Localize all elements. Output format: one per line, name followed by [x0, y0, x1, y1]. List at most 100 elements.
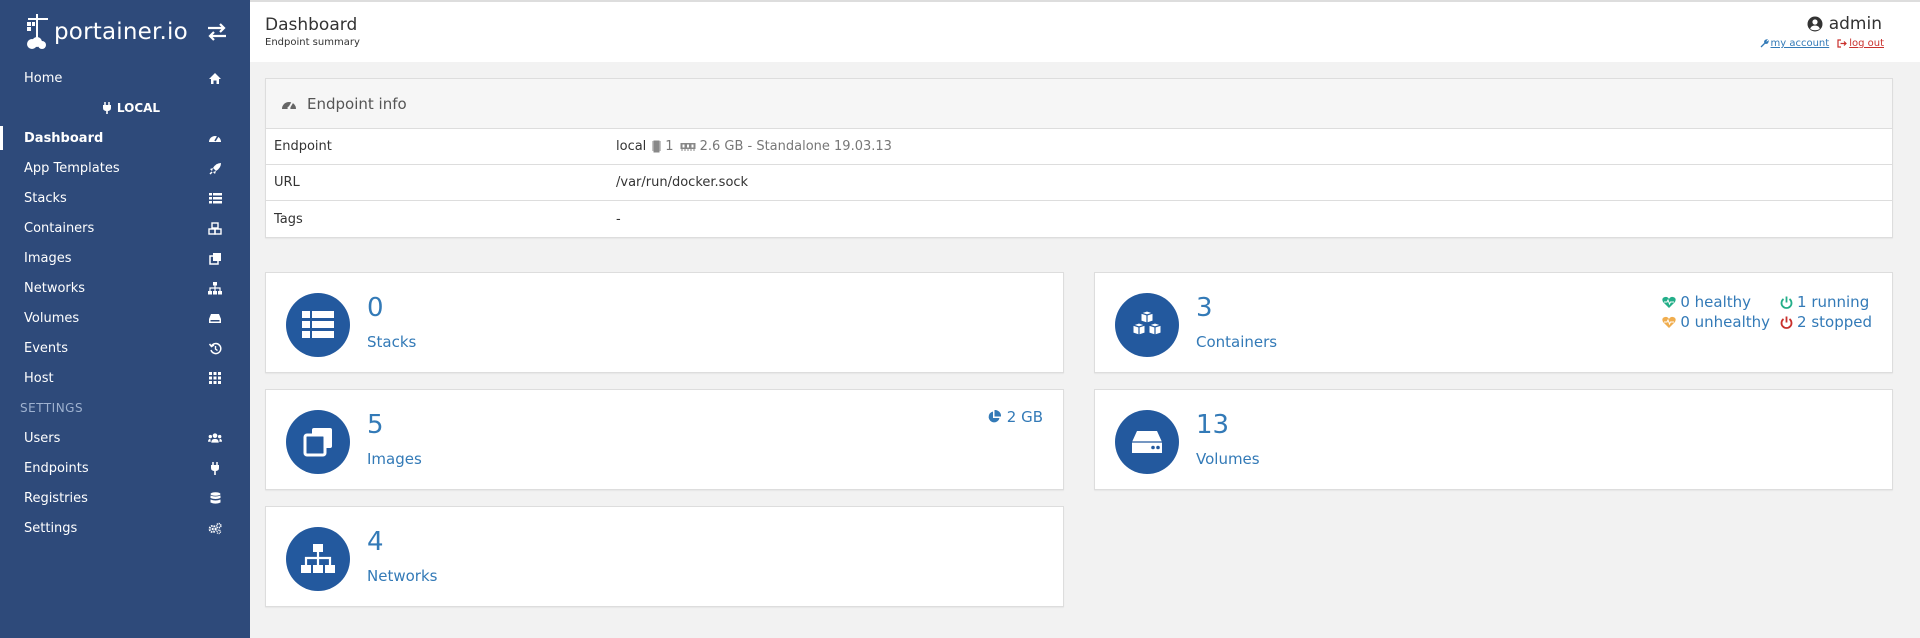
cubes-icon	[208, 221, 222, 235]
url-row: URL /var/run/docker.sock	[266, 165, 1892, 201]
healthy-count: 0 healthy	[1680, 293, 1751, 311]
list-icon	[302, 311, 334, 338]
clone-icon	[208, 251, 222, 265]
sidebar-item-label: Home	[24, 70, 63, 86]
sidebar-item-containers[interactable]: Containers	[0, 213, 250, 243]
sidebar-item-label: Networks	[24, 280, 86, 296]
th-icon	[208, 371, 222, 385]
sidebar-header: portainer.io	[0, 0, 250, 63]
my-account-link[interactable]: my account	[1760, 38, 1830, 49]
containers-tile[interactable]: 3 Containers 0 healthy 1 running 0 unhea…	[1094, 272, 1893, 373]
sidebar-item-label: Endpoints	[24, 460, 89, 476]
endpoint-name: LOCAL	[116, 101, 161, 115]
containers-label: Containers	[1196, 333, 1278, 351]
portainer-logo[interactable]: portainer.io	[24, 12, 188, 52]
top-bar: Dashboard Endpoint summary admin my acco…	[250, 0, 1920, 62]
sidebar-item-events[interactable]: Events	[0, 333, 250, 363]
endpoint-name-header: LOCAL	[0, 93, 250, 123]
images-tile[interactable]: 5 Images 2 GB	[265, 389, 1064, 490]
images-count: 5	[367, 410, 384, 440]
sidebar-item-label: Users	[24, 430, 61, 446]
tags-key: Tags	[274, 211, 303, 227]
sidebar-item-label: Stacks	[24, 190, 67, 206]
rocket-icon	[208, 161, 222, 175]
users-icon	[208, 431, 222, 445]
unhealthy-count: 0 unhealthy	[1680, 313, 1771, 331]
sign-out-icon	[1837, 39, 1848, 48]
endpoint-key: Endpoint	[274, 139, 332, 154]
sidebar-item-label: Images	[24, 250, 72, 266]
volumes-tile[interactable]: 13 Volumes	[1094, 389, 1893, 490]
sidebar-item-users[interactable]: Users	[0, 423, 250, 453]
sidebar-item-endpoints[interactable]: Endpoints	[0, 453, 250, 483]
list-icon	[208, 191, 222, 205]
sidebar-item-home[interactable]: Home	[0, 63, 250, 93]
memory-value: 2.6 GB - Standalone 19.03.13	[699, 139, 892, 154]
stacks-tile-icon-circle	[286, 293, 350, 357]
page-subtitle: Endpoint summary	[265, 37, 360, 48]
unhealthy-stat: 0 unhealthy	[1662, 313, 1770, 331]
sidebar-item-label: Dashboard	[24, 130, 104, 146]
sidebar-item-networks[interactable]: Networks	[0, 273, 250, 303]
power-icon	[1780, 316, 1793, 329]
microchip-icon	[652, 140, 662, 153]
networks-label: Networks	[367, 567, 438, 585]
exchange-icon[interactable]	[206, 22, 228, 42]
cpu-count-value: 1	[665, 139, 674, 154]
container-stats: 0 healthy 1 running 0 unhealthy 2 stoppe…	[1662, 293, 1872, 331]
portainer-crane-icon	[27, 13, 48, 49]
log-out-link[interactable]: log out	[1837, 38, 1884, 49]
memory-info: 2.6 GB - Standalone 19.03.13	[680, 139, 892, 154]
memory-icon	[680, 142, 696, 151]
sidebar-item-dashboard[interactable]: Dashboard	[0, 123, 250, 153]
volumes-label: Volumes	[1196, 450, 1260, 468]
sidebar-item-stacks[interactable]: Stacks	[0, 183, 250, 213]
healthy-stat: 0 healthy	[1662, 293, 1770, 311]
stacks-tile[interactable]: 0 Stacks	[265, 272, 1064, 373]
heartbeat-icon	[1662, 316, 1676, 328]
sidebar: portainer.io Home LOCAL Dashboard App Te…	[0, 0, 250, 638]
volumes-tile-icon-circle	[1115, 410, 1179, 474]
stopped-stat: 2 stopped	[1780, 313, 1872, 331]
containers-count: 3	[1196, 293, 1213, 323]
plug-icon	[102, 102, 111, 114]
sidebar-item-registries[interactable]: Registries	[0, 483, 250, 513]
sidebar-item-volumes[interactable]: Volumes	[0, 303, 250, 333]
sidebar-item-app-templates[interactable]: App Templates	[0, 153, 250, 183]
heartbeat-icon	[1662, 296, 1676, 308]
images-label: Images	[367, 450, 422, 468]
log-out-label: log out	[1849, 38, 1884, 49]
sitemap-icon	[301, 544, 335, 573]
user-info: admin	[1807, 14, 1882, 34]
url-value: /var/run/docker.sock	[616, 175, 749, 190]
endpoint-name: local	[616, 139, 647, 154]
stopped-count: 2 stopped	[1797, 313, 1872, 331]
images-size: 2 GB	[987, 408, 1043, 426]
running-count: 1 running	[1797, 293, 1870, 311]
endpoint-value: local 1 2.6 GB - Standalone 19.03.13	[616, 139, 892, 154]
main-content: Endpoint info Endpoint local 1 2.6 GB - …	[265, 78, 1893, 238]
networks-tile[interactable]: 4 Networks	[265, 506, 1064, 607]
images-size-value: 2 GB	[1006, 408, 1043, 426]
sidebar-item-label: Registries	[24, 490, 88, 506]
containers-tile-icon-circle	[1115, 293, 1179, 357]
hdd-icon	[208, 311, 222, 325]
sidebar-item-settings[interactable]: Settings	[0, 513, 250, 543]
endpoint-info-title: Endpoint info	[307, 94, 407, 113]
tags-row: Tags -	[266, 201, 1892, 237]
page-title: Dashboard	[265, 15, 358, 35]
cpu-count: 1	[652, 139, 674, 154]
sidebar-item-images[interactable]: Images	[0, 243, 250, 273]
tachometer-icon	[282, 101, 296, 110]
plug-icon	[208, 461, 222, 475]
logo-text: portainer.io	[54, 18, 188, 45]
my-account-label: my account	[1770, 38, 1830, 49]
settings-section-header: SETTINGS	[20, 401, 84, 415]
sidebar-item-label: App Templates	[24, 160, 120, 176]
sidebar-item-host[interactable]: Host	[0, 363, 250, 393]
user-circle-icon	[1807, 16, 1823, 32]
clone-icon	[303, 428, 332, 457]
volumes-count: 13	[1196, 410, 1230, 440]
user-links: my account log out	[1760, 38, 1884, 49]
dashboard-icon	[208, 131, 222, 145]
